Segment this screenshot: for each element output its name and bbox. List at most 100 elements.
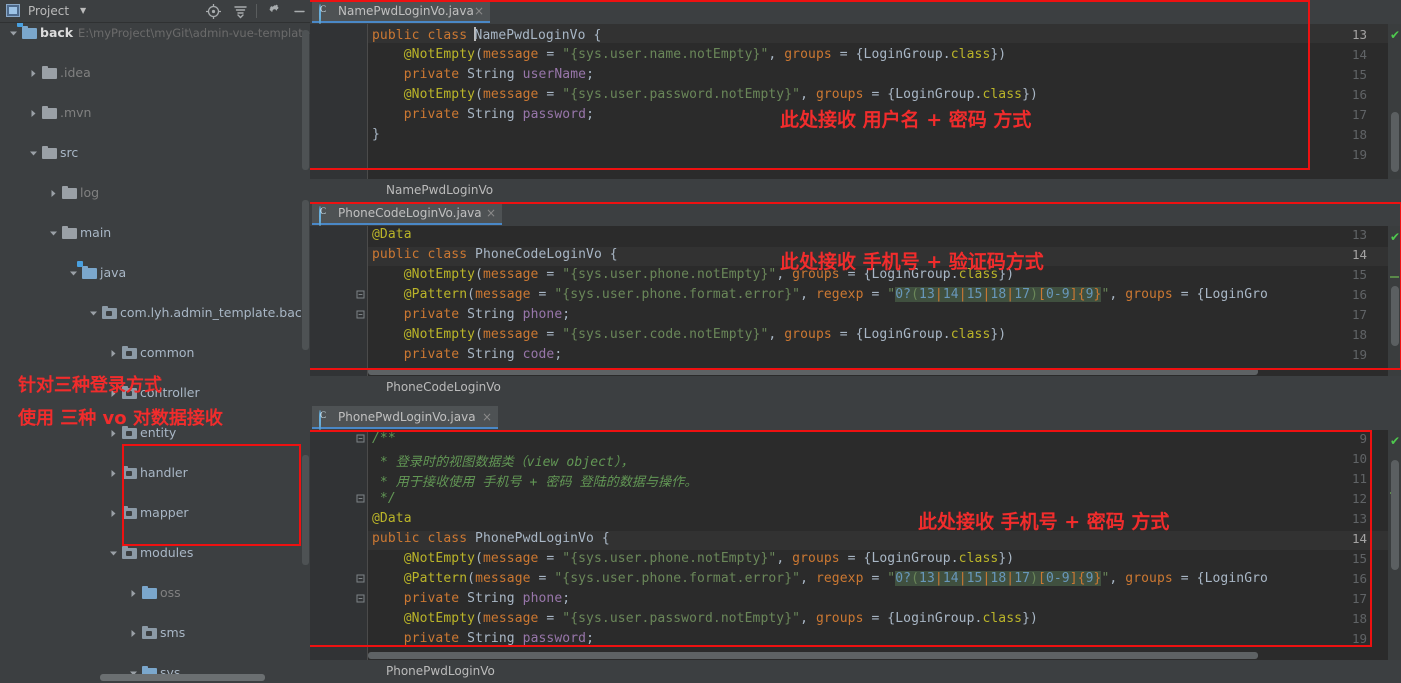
settings-gear-icon[interactable] [266,3,283,20]
tree-row[interactable]: log [0,183,310,203]
line-number-gutter[interactable] [310,226,368,376]
project-scrollbar-vertical[interactable] [302,30,309,170]
editor-scrollbar-horizontal[interactable] [368,368,1258,375]
chevron-right-icon[interactable] [109,509,118,518]
chevron-right-icon[interactable] [109,349,118,358]
editor-scrollbar-horizontal[interactable] [368,652,1258,659]
annotation-text-pane-2: 此处接收 手机号 + 验证码方式 [780,251,1044,273]
code-editor-1[interactable]: 13 14 15 16 17 18 19 public class NamePw… [310,24,1401,179]
breadcrumb-3[interactable]: PhonePwdLoginVo [310,660,1401,682]
tree-row[interactable]: src [0,143,310,163]
tree-row[interactable]: common [0,343,310,363]
editor-tab-PhonePwdLoginVo[interactable]: C PhonePwdLoginVo.java × [312,406,498,431]
folder-icon [42,146,57,160]
code-editor-3[interactable]: 9 10 11 12 13 14 15 16 17 18 19 20 [310,430,1401,660]
breadcrumb-2[interactable]: PhoneCodeLoginVo [310,376,1401,398]
chevron-down-icon[interactable] [9,29,18,38]
annotation-text-pane-3: 此处接收 手机号 + 密码 方式 [918,511,1170,533]
code-line: private String password; [403,631,595,646]
tree-row[interactable]: handler [0,463,310,483]
chevron-down-icon[interactable] [109,549,118,558]
chevron-right-icon[interactable] [109,429,118,438]
hscroll-track-3 [368,651,1388,660]
chevron-right-icon[interactable] [129,589,138,598]
project-tree[interactable]: back E:\myProject\myGit\admin-vue-templa… [0,23,310,683]
editor-tab-PhoneCodeLoginVo[interactable]: C PhoneCodeLoginVo.java × [312,202,502,227]
fold-marker-close[interactable] [356,494,365,503]
code-line: * 用于接收使用 手机号 + 密码 登陆的数据与操作。 [372,475,698,490]
project-toolbar: Project ▼ [0,0,310,23]
fold-marker-open[interactable] [356,290,365,299]
tree-row[interactable]: .idea [0,63,310,83]
editor-scrollbar-vertical[interactable] [1391,286,1399,346]
chevron-down-icon[interactable] [89,309,98,318]
code-line: public class PhoneCodeLoginVo { [372,247,618,262]
toolbar-divider [256,4,257,18]
editor-scrollbar-vertical[interactable] [1391,460,1399,570]
chevron-down-icon[interactable] [49,229,58,238]
tree-row[interactable]: oss [0,583,310,603]
line-number: 14 [1351,247,1367,262]
close-icon[interactable]: × [486,206,496,220]
fold-marker-open[interactable] [356,434,365,443]
java-class-icon: C [319,206,326,227]
tree-label: com.lyh.admin_template.back [120,305,309,320]
editor-scrollbar-vertical[interactable] [1391,112,1399,172]
chevron-down-icon[interactable] [29,149,38,158]
chevron-right-icon[interactable] [49,189,58,198]
locate-icon[interactable] [205,3,222,20]
code-line: @Pattern(message = "{sys.user.phone.form… [403,571,1268,586]
chevron-down-icon[interactable]: ▼ [80,6,86,15]
package-icon [122,506,137,520]
chevron-down-icon[interactable] [69,269,78,278]
tree-row[interactable]: sms [0,623,310,643]
tree-label: modules [140,545,194,560]
folder-icon [142,586,157,600]
folder-icon [42,106,57,120]
tree-row[interactable]: modules [0,543,310,563]
code-line: private String phone; [403,591,571,606]
inspection-strip-3[interactable]: ✔ [1388,430,1401,660]
package-icon [122,346,137,360]
project-panel-title: Project [28,4,70,18]
line-number-gutter[interactable] [310,24,368,179]
line-number-gutter[interactable] [310,430,368,660]
chevron-right-icon[interactable] [109,469,118,478]
chevron-right-icon[interactable] [129,629,138,638]
project-tool-window: Project ▼ back E:\myProject\myGit\admin-… [0,0,310,683]
close-icon[interactable]: × [482,410,492,424]
tree-row[interactable]: com.lyh.admin_template.back [0,303,310,323]
line-number: 14 [1351,47,1367,62]
inspection-strip-2[interactable]: ✔ [1388,226,1401,376]
breadcrumb-1[interactable]: NamePwdLoginVo [310,179,1401,201]
project-scrollbar-vertical-2[interactable] [302,200,309,350]
fold-marker-open[interactable] [356,574,365,583]
project-scrollbar-vertical-3[interactable] [302,455,309,565]
tree-row[interactable]: java [0,261,310,283]
line-number: 17 [1351,591,1367,606]
close-icon[interactable]: × [474,4,484,18]
fold-marker-close[interactable] [356,594,365,603]
inspection-ok-icon: ✔ [1389,434,1400,448]
inspection-strip-1[interactable]: ✔ [1388,24,1401,179]
tree-row[interactable]: mapper [0,503,310,523]
project-scrollbar-horizontal[interactable] [100,674,265,681]
tree-row-root[interactable]: back E:\myProject\myGit\admin-vue-templa… [0,23,310,43]
folder-icon [62,226,77,240]
code-line: public class NamePwdLoginVo { [372,27,602,43]
minimize-icon[interactable] [291,3,308,20]
code-line: */ [372,491,396,506]
editor-tab-NamePwdLoginVo[interactable]: C NamePwdLoginVo.java × [312,0,490,25]
line-number: 12 [1351,491,1367,506]
fold-marker-close[interactable] [356,310,365,319]
code-line: @Data [372,511,412,526]
tree-row[interactable]: main [0,223,310,243]
chevron-right-icon[interactable] [29,109,38,118]
gutter-divider [367,24,368,179]
chevron-right-icon[interactable] [29,69,38,78]
code-line: @NotEmpty(message = "{sys.user.code.notE… [403,327,1007,342]
tree-row[interactable]: .mvn [0,103,310,123]
collapse-all-icon[interactable] [232,3,249,20]
ide-window: Project ▼ back E:\myProject\myGit\admin-… [0,0,1401,683]
code-line: @Pattern(message = "{sys.user.phone.form… [403,287,1268,302]
